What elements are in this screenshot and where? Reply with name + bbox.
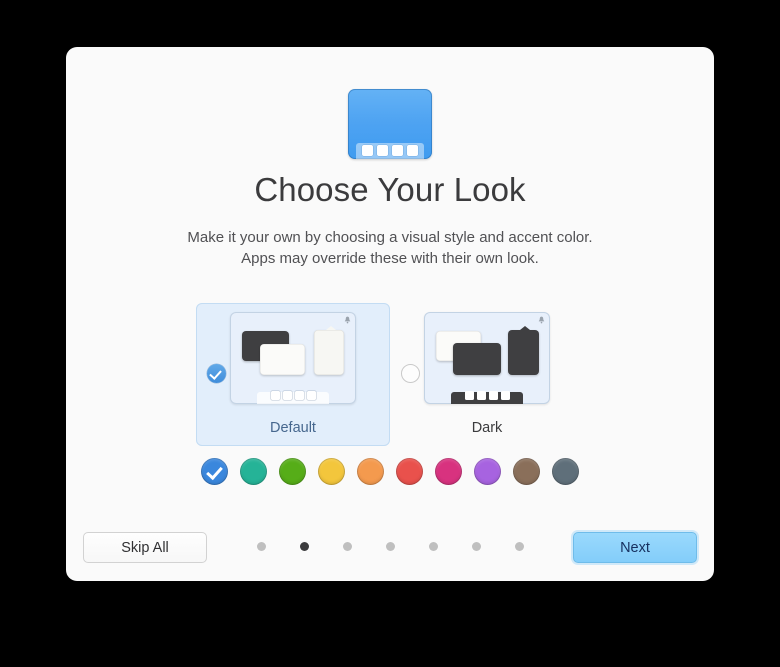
preview-window-front: [453, 343, 501, 375]
theme-default-radio[interactable]: [207, 364, 226, 383]
accent-swatch-graphite[interactable]: [552, 458, 579, 485]
bell-icon: [538, 316, 545, 324]
hero-dock-item: [407, 145, 418, 156]
preview-dock-item: [464, 391, 474, 400]
accent-swatch-teal[interactable]: [240, 458, 267, 485]
accent-swatch-blue[interactable]: [201, 458, 228, 485]
preview-window-side: [508, 326, 539, 375]
theme-default-preview: [230, 312, 356, 404]
hero-dock-item: [362, 145, 373, 156]
page-dot: [256, 542, 266, 551]
accent-color-swatches: [66, 458, 714, 485]
preview-dock-item: [500, 391, 510, 400]
page-dot: [385, 542, 395, 551]
bell-icon: [344, 316, 351, 324]
hero-icon-container: [66, 89, 714, 159]
preview-window-front: [260, 344, 305, 375]
preview-dock-item: [476, 391, 486, 400]
page-dot-active: [299, 542, 309, 551]
accent-swatch-red[interactable]: [396, 458, 423, 485]
accent-swatch-green[interactable]: [279, 458, 306, 485]
setup-assistant-window: Choose Your Look Make it your own by cho…: [66, 47, 714, 581]
accent-swatch-orange[interactable]: [357, 458, 384, 485]
page-dot: [342, 542, 352, 551]
page-subtitle-line-1: Make it your own by choosing a visual st…: [187, 229, 593, 246]
accent-swatch-purple[interactable]: [474, 458, 501, 485]
hero-dock-item: [377, 145, 388, 156]
page-title: Choose Your Look: [254, 171, 526, 208]
theme-dark-preview: [424, 312, 550, 404]
hero-icon-dock: [356, 143, 424, 159]
desktop-dock-icon: [348, 89, 432, 159]
preview-dock: [257, 391, 329, 404]
preview-dock-item: [294, 391, 304, 400]
page-subtitle: Make it your own by choosing a visual st…: [66, 227, 714, 269]
screen: Choose Your Look Make it your own by cho…: [0, 0, 780, 667]
appearance-options: Default Dark: [66, 303, 714, 446]
theme-option-dark[interactable]: Dark: [390, 303, 584, 446]
accent-swatch-brown[interactable]: [513, 458, 540, 485]
preview-dock-item: [306, 391, 316, 400]
page-dot: [471, 542, 481, 551]
preview-window-side: [314, 326, 344, 375]
preview-dock-item: [488, 391, 498, 400]
page-subtitle-line-2: Apps may override these with their own l…: [241, 250, 539, 267]
page-dot: [428, 542, 438, 551]
accent-swatch-pink[interactable]: [435, 458, 462, 485]
preview-dock-item: [270, 391, 280, 400]
wizard-footer: Skip All Next: [66, 513, 714, 581]
accent-swatch-yellow[interactable]: [318, 458, 345, 485]
theme-dark-label: Dark: [471, 420, 503, 436]
theme-option-default[interactable]: Default: [196, 303, 390, 446]
page-dot: [514, 542, 524, 551]
theme-default-label: Default: [270, 420, 316, 436]
next-button[interactable]: Next: [573, 532, 697, 563]
preview-dock-item: [282, 391, 292, 400]
theme-dark-radio[interactable]: [401, 364, 420, 383]
preview-dock: [451, 391, 523, 404]
hero-dock-item: [392, 145, 403, 156]
